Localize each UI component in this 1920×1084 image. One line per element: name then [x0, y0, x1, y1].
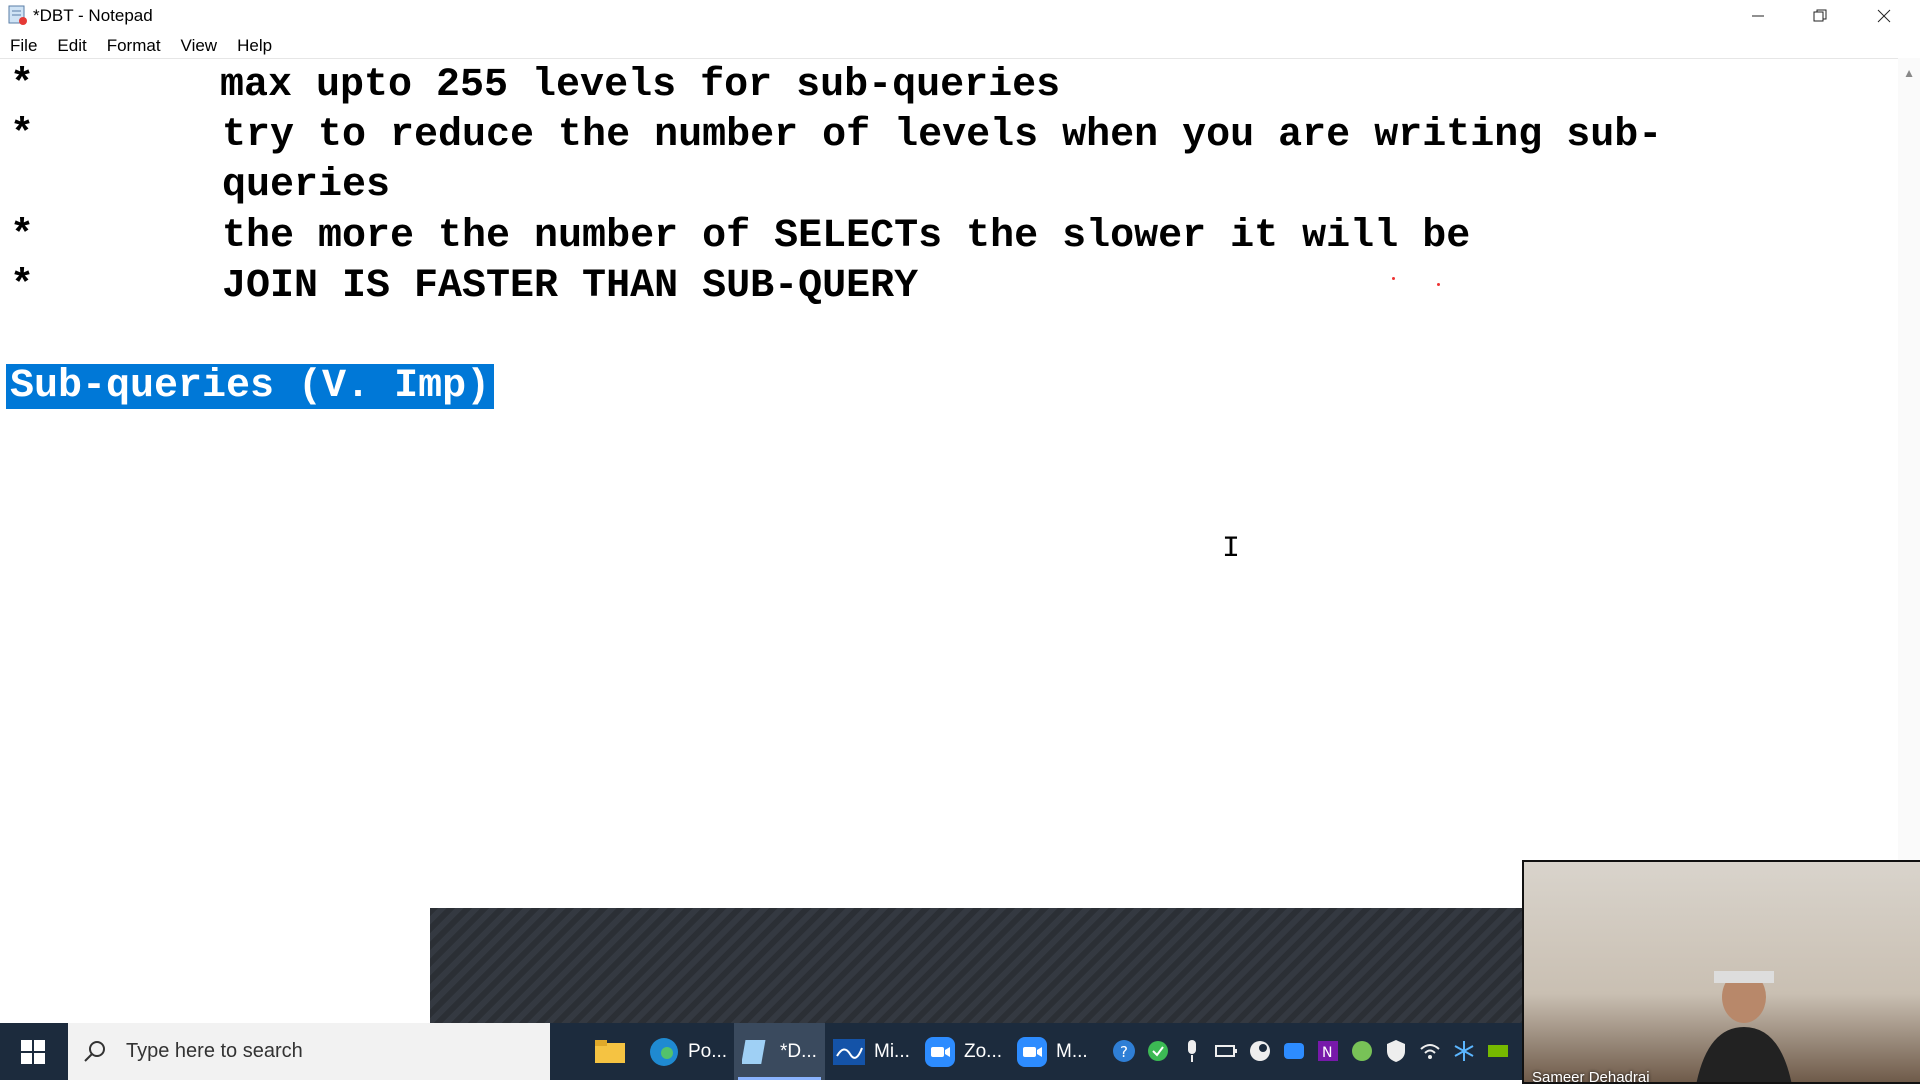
window-title: *DBT - Notepad — [33, 6, 153, 25]
scroll-up-icon[interactable]: ▲ — [1903, 66, 1915, 80]
taskbar-app-edge[interactable]: Po... — [640, 1023, 735, 1080]
taskbar-app-zoom-meeting[interactable]: M... — [1008, 1023, 1096, 1080]
folder-icon — [595, 1039, 625, 1063]
taskbar-app-whiteboard[interactable]: Mi... — [824, 1023, 918, 1080]
editor-line-1: max upto 255 levels for sub-queries — [220, 63, 1061, 108]
editor-line-2: try to reduce the number of levels when … — [222, 113, 1663, 158]
bullet: * — [10, 63, 35, 108]
title-bar: *DBT - Notepad — [0, 0, 1920, 32]
menu-edit[interactable]: Edit — [47, 34, 96, 58]
annotation-dot — [1392, 277, 1395, 280]
person-image — [1696, 971, 1792, 1082]
wifi-icon[interactable] — [1418, 1037, 1442, 1065]
menu-format[interactable]: Format — [97, 34, 171, 58]
app-label: Mi... — [874, 1040, 910, 1062]
windows-icon — [21, 1039, 45, 1064]
shield-icon[interactable] — [1384, 1037, 1408, 1065]
battery-icon[interactable] — [1214, 1037, 1238, 1065]
search-icon — [84, 1040, 105, 1062]
svg-text:N: N — [1322, 1045, 1332, 1061]
notepad-icon — [8, 5, 27, 25]
participant-name: Sameer Dehadrai — [1532, 1069, 1650, 1084]
help-icon[interactable]: ? — [1112, 1037, 1136, 1065]
selected-text[interactable]: Sub-queries (V. Imp) — [6, 364, 495, 409]
app-label: Po... — [688, 1040, 728, 1062]
restore-button[interactable] — [1790, 0, 1850, 32]
torrent-icon[interactable] — [1350, 1037, 1374, 1065]
close-button[interactable] — [1854, 0, 1914, 32]
minimize-button[interactable] — [1728, 0, 1788, 32]
notepad-icon — [742, 1039, 766, 1064]
zoom-tray-icon[interactable] — [1282, 1037, 1306, 1065]
text-cursor-icon: I — [1222, 532, 1241, 566]
menu-help[interactable]: Help — [227, 34, 282, 58]
taskbar-app-notepad[interactable]: *D... — [734, 1023, 825, 1080]
menu-bar: File Edit Format View Help — [0, 34, 282, 58]
dark-overlay-panel — [430, 908, 1522, 1023]
bullet: * — [10, 264, 35, 309]
check-icon[interactable] — [1146, 1037, 1170, 1065]
bullet: * — [10, 113, 35, 158]
menu-file[interactable]: File — [0, 34, 47, 58]
close-icon — [1877, 9, 1891, 23]
bullet: * — [10, 214, 35, 259]
svg-text:?: ? — [1120, 1043, 1128, 1061]
taskbar-app-zoom[interactable]: Zo... — [916, 1023, 1010, 1080]
app-label: Zo... — [964, 1040, 1003, 1062]
system-tray: ? N — [1112, 1037, 1510, 1065]
annotation-dot — [1437, 283, 1440, 286]
taskbar-search[interactable]: Type here to search — [68, 1023, 550, 1080]
editor-line-3: queries — [222, 163, 391, 208]
app-label: *D... — [780, 1040, 817, 1062]
microphone-icon[interactable] — [1180, 1037, 1204, 1065]
steam-icon[interactable] — [1248, 1037, 1272, 1065]
editor-line-5: JOIN IS FASTER THAN SUB-QUERY — [222, 264, 919, 309]
restore-icon — [1813, 9, 1827, 22]
snowflake-icon[interactable] — [1452, 1037, 1476, 1065]
edge-icon — [650, 1037, 678, 1066]
whiteboard-icon — [833, 1038, 865, 1065]
taskbar: Type here to search Po... *D... Mi... Zo… — [0, 1023, 1522, 1080]
webcam-video: Sameer Dehadrai — [1522, 860, 1920, 1084]
file-explorer-button[interactable] — [586, 1023, 634, 1080]
nvidia-icon[interactable] — [1486, 1037, 1510, 1065]
search-placeholder: Type here to search — [126, 1040, 303, 1062]
zoom-icon — [925, 1036, 955, 1067]
zoom-meeting-icon — [1017, 1036, 1047, 1067]
app-label: M... — [1056, 1040, 1088, 1062]
editor-line-4: the more the number of SELECTs the slowe… — [222, 214, 1471, 259]
start-button[interactable] — [0, 1023, 66, 1080]
onenote-icon[interactable]: N — [1316, 1037, 1340, 1065]
minimize-icon — [1752, 15, 1764, 17]
menu-view[interactable]: View — [171, 34, 228, 58]
